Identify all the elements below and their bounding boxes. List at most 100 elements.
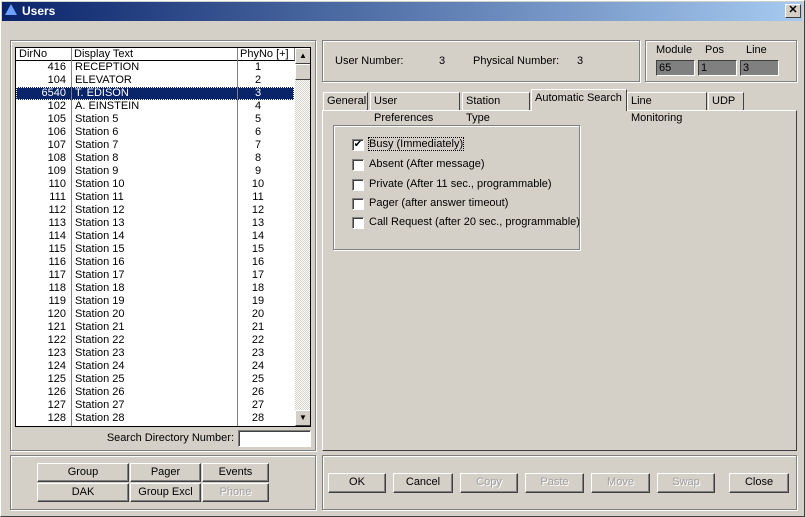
option-label[interactable]: Absent (After message)	[369, 158, 485, 170]
swap-button[interactable]: Swap	[657, 473, 715, 493]
option-checkbox[interactable]	[352, 179, 364, 191]
cell-phyno: 14	[251, 230, 265, 242]
option-checkbox[interactable]	[352, 159, 364, 171]
tab-general[interactable]: General	[323, 92, 368, 111]
cell-display-text: Station 18	[75, 282, 125, 294]
tab-udp[interactable]: UDP	[708, 92, 744, 111]
cancel-button[interactable]: Cancel	[393, 473, 453, 493]
cell-display-text: Station 27	[75, 399, 125, 411]
tab-automatic-search[interactable]: Automatic Search	[531, 89, 627, 111]
line-label: Line	[746, 44, 767, 56]
cell-phyno: 16	[251, 256, 265, 268]
cell-phyno: 9	[254, 165, 262, 177]
cell-dirno: 416	[47, 61, 66, 73]
tab-user-preferences[interactable]: User Preferences	[370, 92, 460, 124]
dak-button[interactable]: DAK	[37, 483, 129, 502]
events-button[interactable]: Events	[202, 463, 269, 482]
paste-button[interactable]: Paste	[525, 473, 584, 493]
cell-dirno: 115	[48, 243, 66, 255]
cell-phyno: 22	[251, 334, 265, 346]
col-header-dirno[interactable]: DirNo	[16, 48, 72, 61]
cell-phyno: 15	[251, 243, 265, 255]
list-row[interactable]: 122 Station 22 22	[16, 334, 294, 347]
list-row[interactable]: 119 Station 19 19	[16, 295, 294, 308]
search-directory-number-input[interactable]	[238, 430, 311, 447]
pos-label: Pos	[705, 44, 724, 56]
cell-dirno: 116	[48, 256, 66, 268]
option-label[interactable]: Call Request (after 20 sec., programmabl…	[369, 216, 580, 228]
list-row[interactable]: 118 Station 18 18	[16, 282, 294, 295]
group-button[interactable]: Group	[37, 463, 129, 482]
list-row[interactable]: 113 Station 13 13	[16, 217, 294, 230]
cell-display-text: Station 20	[75, 308, 125, 320]
list-row[interactable]: 108 Station 8 8	[16, 152, 294, 165]
list-row[interactable]: 124 Station 24 24	[16, 360, 294, 373]
move-button[interactable]: Move	[591, 473, 650, 493]
cell-display-text: Station 17	[75, 269, 125, 281]
cell-display-text: Station 15	[75, 243, 125, 255]
option-label[interactable]: Private (After 11 sec., programmable)	[369, 178, 552, 190]
scroll-up-arrow-icon[interactable]: ▲	[295, 48, 310, 64]
close-button[interactable]: Close	[729, 473, 789, 493]
cell-dirno: 111	[49, 191, 66, 203]
col-header-display-text[interactable]: Display Text	[71, 48, 238, 61]
cell-display-text: Station 23	[75, 347, 125, 359]
option-label[interactable]: Pager (after answer timeout)	[369, 197, 508, 209]
col-header-phyno[interactable]: PhyNo [+]	[237, 48, 295, 61]
cell-dirno: 125	[47, 373, 66, 385]
cell-display-text: A. EINSTEIN	[75, 100, 140, 112]
list-row[interactable]: 115 Station 15 15	[16, 243, 294, 256]
option-label[interactable]: Busy (Immediately)	[367, 137, 465, 151]
list-row[interactable]: 110 Station 10 10	[16, 178, 294, 191]
phone-button[interactable]: Phone	[202, 483, 269, 502]
tab-station-type[interactable]: Station Type	[462, 92, 530, 124]
list-row[interactable]: 112 Station 12 12	[16, 204, 294, 217]
scroll-down-arrow-icon[interactable]: ▼	[295, 410, 310, 426]
list-row[interactable]: 123 Station 23 23	[16, 347, 294, 360]
list-row[interactable]: 121 Station 21 21	[16, 321, 294, 334]
list-row[interactable]: 116 Station 16 16	[16, 256, 294, 269]
list-row[interactable]: 102 A. EINSTEIN 4	[16, 100, 294, 113]
list-row[interactable]: 117 Station 17 17	[16, 269, 294, 282]
cell-phyno: 3	[254, 87, 262, 99]
option-checkbox[interactable]	[352, 217, 364, 229]
cell-display-text: Station 8	[75, 152, 119, 164]
list-row[interactable]: 120 Station 20 20	[16, 308, 294, 321]
option-checkbox[interactable]	[352, 198, 364, 210]
list-row[interactable]: 111 Station 11 11	[16, 191, 294, 204]
group-excl-button[interactable]: Group Excl	[130, 483, 201, 502]
list-row[interactable]: 114 Station 14 14	[16, 230, 294, 243]
list-scrollbar[interactable]: ▲ ▼	[295, 48, 310, 426]
cell-dirno: 120	[47, 308, 66, 320]
list-row[interactable]: 416 RECEPTION 1	[16, 61, 294, 74]
list-row[interactable]: 128 Station 28 28	[16, 412, 294, 425]
pager-button[interactable]: Pager	[130, 463, 201, 482]
user-list[interactable]: DirNo Display Text PhyNo [+] 416 RECEPTIO…	[15, 47, 311, 427]
list-row[interactable]: 106 Station 6 6	[16, 126, 294, 139]
ok-button[interactable]: OK	[328, 473, 386, 493]
cell-dirno: 118	[48, 282, 66, 294]
copy-button[interactable]: Copy	[460, 473, 518, 493]
list-row[interactable]: 107 Station 7 7	[16, 139, 294, 152]
list-row[interactable]: 127 Station 27 27	[16, 399, 294, 412]
cell-dirno: 108	[47, 152, 66, 164]
cell-phyno: 27	[251, 399, 265, 411]
list-row[interactable]: 126 Station 26 26	[16, 386, 294, 399]
cell-display-text: Station 5	[75, 113, 119, 125]
close-window-button[interactable]: ✕	[785, 4, 801, 18]
list-row[interactable]: 125 Station 25 25	[16, 373, 294, 386]
cell-phyno: 13	[251, 217, 265, 229]
cell-dirno: 126	[47, 386, 66, 398]
cell-phyno: 1	[254, 61, 262, 73]
list-row[interactable]: 109 Station 9 9	[16, 165, 294, 178]
option-checkbox[interactable]: ✔	[352, 139, 364, 151]
module-field: 65	[656, 60, 695, 76]
cell-display-text: Station 12	[75, 204, 125, 216]
cell-phyno: 8	[254, 152, 262, 164]
scroll-thumb[interactable]	[295, 64, 310, 80]
list-row[interactable]: 105 Station 5 5	[16, 113, 294, 126]
list-row[interactable]: 104 ELEVATOR 2	[16, 74, 294, 87]
cell-display-text: T. EDISON	[75, 87, 129, 99]
tab-line-monitoring[interactable]: Line Monitoring	[627, 92, 707, 124]
list-row[interactable]: 6540 T. EDISON 3	[16, 87, 294, 100]
